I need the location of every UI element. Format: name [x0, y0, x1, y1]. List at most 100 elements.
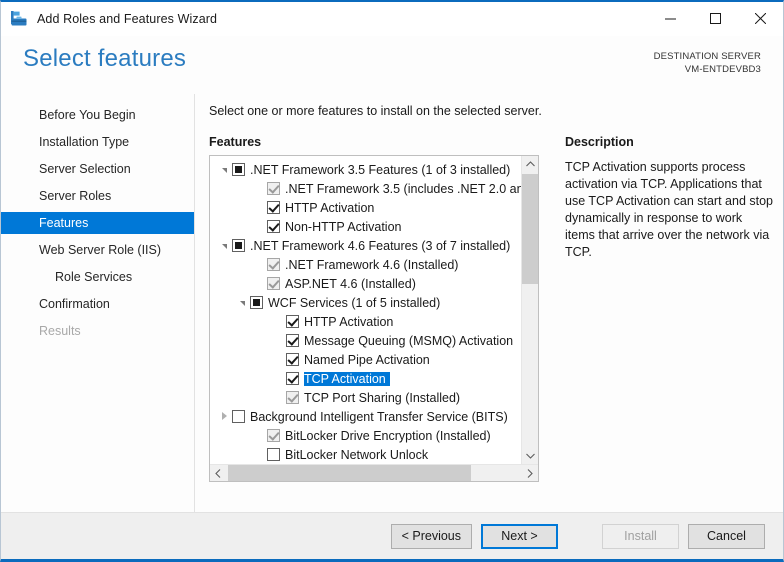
tree-item-label: TCP Activation: [304, 372, 390, 386]
title-bar: Add Roles and Features Wizard: [1, 2, 783, 36]
sidebar-item-web-server-role-iis[interactable]: Web Server Role (IIS): [1, 239, 194, 261]
checkbox-installed: [286, 391, 299, 404]
install-button: Install: [602, 524, 679, 549]
next-button[interactable]: Next >: [481, 524, 558, 549]
checkbox-partial[interactable]: [250, 296, 263, 309]
tree-item-label: BitLocker Network Unlock: [285, 448, 432, 462]
tree-item-label: .NET Framework 4.6 (Installed): [285, 258, 462, 272]
tree-item[interactable]: WCF Services (1 of 5 installed): [210, 293, 521, 312]
scroll-left-icon[interactable]: [210, 465, 226, 481]
destination-server: DESTINATION SERVER VM-ENTDEVBD3: [654, 44, 761, 76]
tree-item-label: Message Queuing (MSMQ) Activation: [304, 334, 517, 348]
tree-item-label: HTTP Activation: [285, 201, 378, 215]
window-controls: [648, 2, 783, 36]
checkbox-checked[interactable]: [286, 372, 299, 385]
expanded-triangle-icon[interactable]: [216, 243, 232, 248]
sidebar-item-results: Results: [1, 320, 194, 342]
wizard-window: Add Roles and Features Wizard Select fea…: [0, 0, 784, 562]
tree-item[interactable]: HTTP Activation: [210, 312, 521, 331]
maximize-button[interactable]: [693, 2, 738, 34]
features-tree-box: .NET Framework 3.5 Features (1 of 3 inst…: [209, 155, 539, 482]
checkbox-partial[interactable]: [232, 239, 245, 252]
minimize-button[interactable]: [648, 2, 693, 34]
scroll-down-icon[interactable]: [522, 448, 538, 464]
tree-item[interactable]: Non-HTTP Activation: [210, 217, 521, 236]
checkbox-installed: [267, 429, 280, 442]
tree-item[interactable]: TCP Activation: [210, 369, 521, 388]
tree-item[interactable]: Background Intelligent Transfer Service …: [210, 407, 521, 426]
features-tree-inner: .NET Framework 3.5 Features (1 of 3 inst…: [210, 156, 538, 464]
sidebar-item-server-roles[interactable]: Server Roles: [1, 185, 194, 207]
expanded-triangle-icon[interactable]: [216, 167, 232, 172]
window-title: Add Roles and Features Wizard: [37, 12, 217, 26]
features-tree-horizontal-scrollbar[interactable]: [210, 464, 538, 481]
tree-item[interactable]: .NET Framework 3.5 (includes .NET 2.0 an…: [210, 179, 521, 198]
features-tree-vertical-scrollbar[interactable]: [521, 156, 538, 464]
tree-item-label: ASP.NET 4.6 (Installed): [285, 277, 420, 291]
sidebar-item-features[interactable]: Features: [1, 212, 194, 234]
checkbox-checked[interactable]: [286, 334, 299, 347]
tree-item[interactable]: TCP Port Sharing (Installed): [210, 388, 521, 407]
main-content: Select one or more features to install o…: [195, 94, 783, 512]
checkbox-installed: [267, 258, 280, 271]
checkbox-checked[interactable]: [286, 315, 299, 328]
tree-item[interactable]: BitLocker Drive Encryption (Installed): [210, 426, 521, 445]
vertical-scroll-thumb[interactable]: [522, 174, 538, 284]
tree-item-label: .NET Framework 3.5 (includes .NET 2.0 an…: [285, 182, 521, 196]
sidebar-item-before-you-begin[interactable]: Before You Begin: [1, 104, 194, 126]
wizard-footer: < Previous Next > Install Cancel: [1, 512, 783, 559]
checkbox-installed: [267, 182, 280, 195]
tree-item[interactable]: Message Queuing (MSMQ) Activation: [210, 331, 521, 350]
destination-server-label: DESTINATION SERVER: [654, 50, 761, 63]
horizontal-scroll-thumb[interactable]: [228, 465, 471, 481]
scroll-right-icon[interactable]: [522, 465, 538, 481]
checkbox-partial[interactable]: [232, 163, 245, 176]
sidebar-item-role-services[interactable]: Role Services: [1, 266, 194, 288]
tree-item-label: Non-HTTP Activation: [285, 220, 405, 234]
tree-item-label: BitLocker Drive Encryption (Installed): [285, 429, 495, 443]
tree-item[interactable]: HTTP Activation: [210, 198, 521, 217]
page-header: Select features DESTINATION SERVER VM-EN…: [1, 36, 783, 94]
tree-item[interactable]: Named Pipe Activation: [210, 350, 521, 369]
tree-item-label: .NET Framework 4.6 Features (3 of 7 inst…: [250, 239, 514, 253]
features-tree[interactable]: .NET Framework 3.5 Features (1 of 3 inst…: [210, 156, 521, 464]
tree-item[interactable]: .NET Framework 4.6 (Installed): [210, 255, 521, 274]
tree-item-label: .NET Framework 3.5 Features (1 of 3 inst…: [250, 163, 514, 177]
tree-item[interactable]: .NET Framework 3.5 Features (1 of 3 inst…: [210, 160, 521, 179]
tree-item-label: Named Pipe Activation: [304, 353, 434, 367]
wizard-navigation: Before You Begin Installation Type Server …: [1, 94, 195, 512]
expanded-triangle-icon[interactable]: [234, 300, 250, 305]
checkbox-installed: [267, 277, 280, 290]
sidebar-item-installation-type[interactable]: Installation Type: [1, 131, 194, 153]
cancel-button[interactable]: Cancel: [688, 524, 765, 549]
features-column: Features .NET Framework 3.5 Features (1 …: [209, 135, 539, 512]
collapsed-triangle-icon[interactable]: [216, 413, 232, 421]
instruction-text: Select one or more features to install o…: [209, 104, 783, 118]
features-label: Features: [209, 135, 539, 149]
previous-button[interactable]: < Previous: [391, 524, 472, 549]
vertical-scroll-track[interactable]: [522, 172, 538, 448]
sidebar-item-confirmation[interactable]: Confirmation: [1, 293, 194, 315]
content-columns: Features .NET Framework 3.5 Features (1 …: [209, 135, 783, 512]
tree-item-label: WCF Services (1 of 5 installed): [268, 296, 444, 310]
sidebar-item-server-selection[interactable]: Server Selection: [1, 158, 194, 180]
wizard-toolbox-icon: [9, 9, 29, 29]
tree-item-label: HTTP Activation: [304, 315, 397, 329]
wizard-body: Before You Begin Installation Type Server …: [1, 94, 783, 512]
checkbox-unchecked[interactable]: [267, 448, 280, 461]
checkbox-unchecked[interactable]: [232, 410, 245, 423]
scroll-up-icon[interactable]: [522, 156, 538, 172]
tree-item-label: Background Intelligent Transfer Service …: [250, 410, 512, 424]
description-body: TCP Activation supports process activati…: [565, 159, 773, 261]
horizontal-scroll-track[interactable]: [226, 465, 522, 481]
tree-item[interactable]: ASP.NET 4.6 (Installed): [210, 274, 521, 293]
tree-item[interactable]: BitLocker Network Unlock: [210, 445, 521, 464]
tree-item[interactable]: .NET Framework 4.6 Features (3 of 7 inst…: [210, 236, 521, 255]
close-button[interactable]: [738, 2, 783, 34]
checkbox-checked[interactable]: [267, 220, 280, 233]
checkbox-checked[interactable]: [286, 353, 299, 366]
page-title: Select features: [23, 44, 186, 74]
description-title: Description: [565, 135, 773, 149]
destination-server-name: VM-ENTDEVBD3: [654, 63, 761, 76]
checkbox-checked[interactable]: [267, 201, 280, 214]
